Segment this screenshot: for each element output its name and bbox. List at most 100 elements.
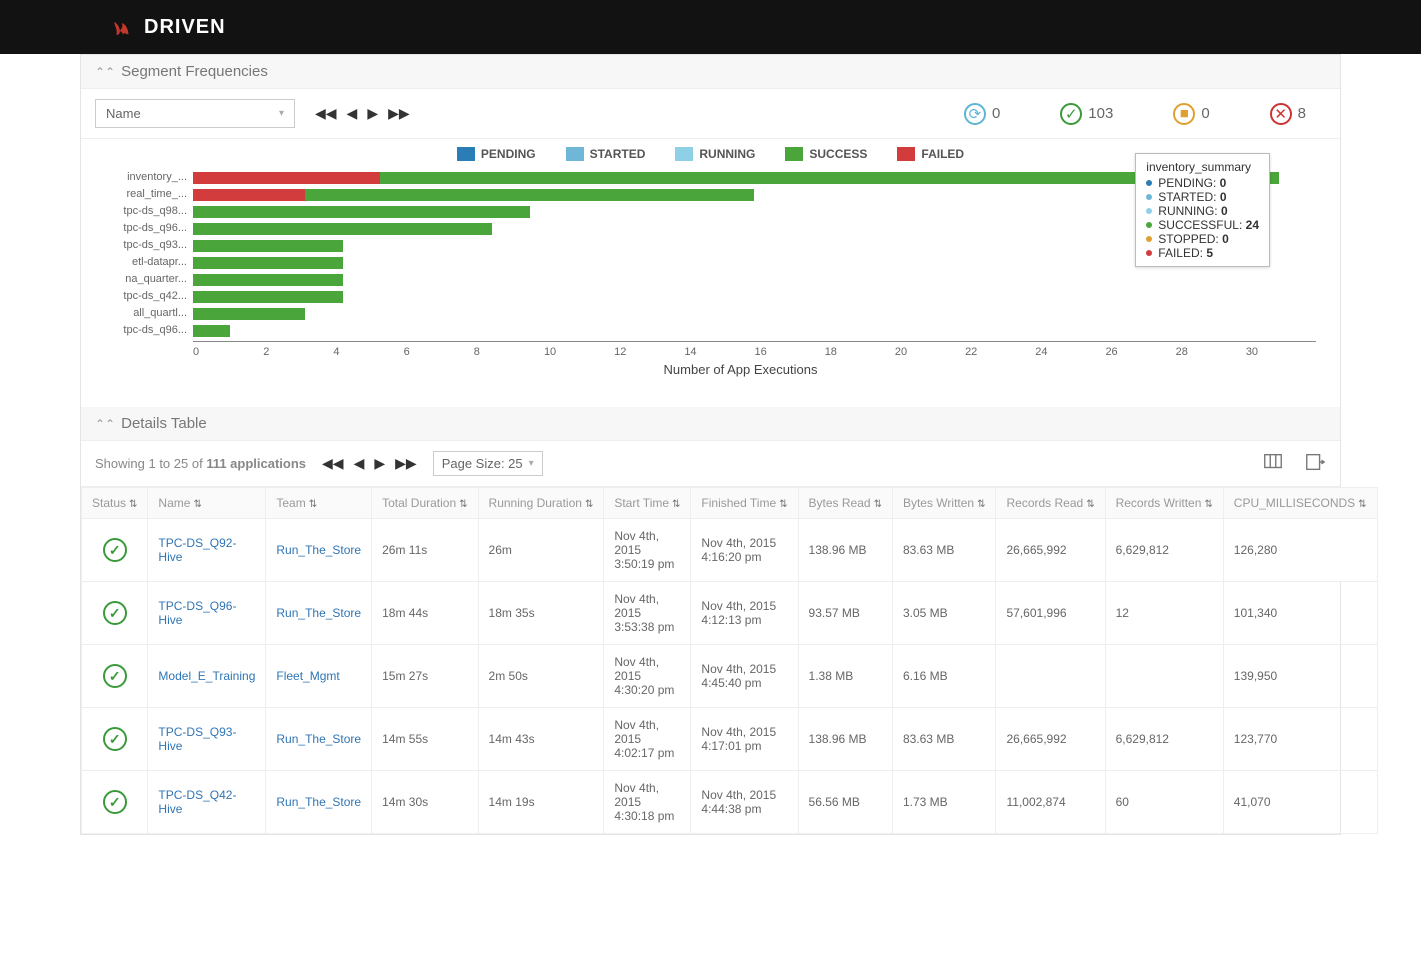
finish-time-cell: Nov 4th, 2015 4:44:38 pm [691, 771, 798, 834]
col-header[interactable]: Bytes Written⇅ [892, 488, 996, 519]
brand-text: DRIVEN [144, 16, 226, 39]
bar-row[interactable] [193, 271, 1316, 288]
sort-icon: ⇅ [309, 499, 317, 510]
app-header: DRIVEN [0, 0, 1421, 54]
team-link[interactable]: Run_The_Store [266, 519, 372, 582]
running-duration-cell: 18m 35s [478, 582, 604, 645]
total-duration-cell: 14m 30s [372, 771, 478, 834]
team-link[interactable]: Run_The_Store [266, 582, 372, 645]
flame-icon [110, 11, 136, 43]
finish-time-cell: Nov 4th, 2015 4:12:13 pm [691, 582, 798, 645]
next-page-button[interactable]: ▶ [374, 455, 385, 472]
success-check-icon: ✓ [103, 538, 127, 562]
col-header[interactable]: Total Duration⇅ [372, 488, 478, 519]
segment-frequencies-header[interactable]: ⌃⌃ Segment Frequencies [81, 55, 1340, 89]
total-duration-cell: 26m 11s [372, 519, 478, 582]
records-written-cell: 12 [1105, 582, 1223, 645]
col-header[interactable]: Records Written⇅ [1105, 488, 1223, 519]
name-filter-select[interactable]: Name ▾ [95, 99, 295, 128]
first-page-button[interactable]: ◀◀ [322, 455, 344, 472]
x-tick: 16 [755, 342, 825, 358]
first-page-button[interactable]: ◀◀ [315, 105, 337, 122]
running-duration-cell: 26m [478, 519, 604, 582]
bytes-read-cell: 93.57 MB [798, 582, 892, 645]
success-check-icon: ✓ [103, 790, 127, 814]
success-check-icon: ✓ [103, 727, 127, 751]
status-cell: ✓ [82, 519, 148, 582]
table-pager: ◀◀ ◀ ▶ ▶▶ [322, 455, 417, 472]
page-size-select[interactable]: Page Size: 25 ▾ [433, 451, 543, 476]
legend-running[interactable]: RUNNING [675, 147, 755, 161]
legend-started[interactable]: STARTED [566, 147, 646, 161]
stopped-count: ■ 0 [1173, 103, 1209, 125]
cpu-ms-cell: 139,950 [1223, 645, 1377, 708]
bytes-read-cell: 56.56 MB [798, 771, 892, 834]
x-tick: 28 [1176, 342, 1246, 358]
records-written-cell: 6,629,812 [1105, 519, 1223, 582]
next-page-button[interactable]: ▶ [367, 105, 378, 122]
col-header[interactable]: Status⇅ [82, 488, 148, 519]
bar-chart: inventory_summary PENDING: 0STARTED: 0RU… [81, 165, 1340, 387]
bar-row[interactable] [193, 322, 1316, 339]
name-link[interactable]: TPC-DS_Q93-Hive [148, 708, 266, 771]
col-header[interactable]: Start Time⇅ [604, 488, 691, 519]
col-header[interactable]: Team⇅ [266, 488, 372, 519]
sort-icon: ⇅ [1086, 499, 1094, 510]
x-tick: 10 [544, 342, 614, 358]
legend-pending[interactable]: PENDING [457, 147, 536, 161]
sort-icon: ⇅ [672, 499, 680, 510]
prev-page-button[interactable]: ◀ [347, 105, 358, 122]
total-duration-cell: 18m 44s [372, 582, 478, 645]
chevron-down-icon: ▾ [279, 108, 284, 119]
table-row: ✓TPC-DS_Q96-HiveRun_The_Store18m 44s18m … [82, 582, 1378, 645]
name-link[interactable]: Model_E_Training [148, 645, 266, 708]
col-header[interactable]: Records Read⇅ [996, 488, 1105, 519]
last-page-button[interactable]: ▶▶ [395, 455, 417, 472]
team-link[interactable]: Fleet_Mgmt [266, 645, 372, 708]
status-cell: ✓ [82, 708, 148, 771]
success-icon: ✓ [1060, 103, 1082, 125]
bar-row[interactable] [193, 305, 1316, 322]
col-header[interactable]: CPU_MILLISECONDS⇅ [1223, 488, 1377, 519]
name-link[interactable]: TPC-DS_Q92-Hive [148, 519, 266, 582]
collapse-icon: ⌃⌃ [95, 417, 115, 431]
col-header[interactable]: Running Duration⇅ [478, 488, 604, 519]
x-axis: 024681012141618202224262830 [193, 341, 1316, 358]
total-duration-cell: 14m 55s [372, 708, 478, 771]
last-page-button[interactable]: ▶▶ [388, 105, 410, 122]
table-row: ✓Model_E_TrainingFleet_Mgmt15m 27s2m 50s… [82, 645, 1378, 708]
failed-count: ✕ 8 [1270, 103, 1306, 125]
legend-failed[interactable]: FAILED [897, 147, 964, 161]
records-written-cell [1105, 645, 1223, 708]
bar-row[interactable] [193, 288, 1316, 305]
team-link[interactable]: Run_The_Store [266, 708, 372, 771]
y-label: real_time_... [105, 186, 193, 203]
chevron-down-icon: ▾ [529, 458, 534, 469]
bytes-written-cell: 83.63 MB [892, 519, 996, 582]
details-table: Status⇅Name⇅Team⇅Total Duration⇅Running … [81, 487, 1378, 834]
col-header[interactable]: Bytes Read⇅ [798, 488, 892, 519]
success-check-icon: ✓ [103, 664, 127, 688]
status-cell: ✓ [82, 582, 148, 645]
table-header-row: Status⇅Name⇅Team⇅Total Duration⇅Running … [82, 488, 1378, 519]
columns-button[interactable] [1262, 451, 1284, 476]
failed-icon: ✕ [1270, 103, 1292, 125]
status-cell: ✓ [82, 771, 148, 834]
bytes-written-cell: 83.63 MB [892, 708, 996, 771]
x-tick: 26 [1105, 342, 1175, 358]
records-read-cell [996, 645, 1105, 708]
name-link[interactable]: TPC-DS_Q42-Hive [148, 771, 266, 834]
details-table-header[interactable]: ⌃⌃ Details Table [81, 407, 1340, 441]
col-header[interactable]: Finished Time⇅ [691, 488, 798, 519]
chart-pager: ◀◀ ◀ ▶ ▶▶ [315, 105, 410, 122]
name-link[interactable]: TPC-DS_Q96-Hive [148, 582, 266, 645]
export-button[interactable] [1304, 451, 1326, 476]
status-counts: ⟳ 0 ✓ 103 ■ 0 ✕ 8 [964, 103, 1326, 125]
details-toolbar: Showing 1 to 25 of 111 applications ◀◀ ◀… [81, 441, 1340, 487]
legend-success[interactable]: SUCCESS [785, 147, 867, 161]
running-duration-cell: 14m 43s [478, 708, 604, 771]
y-label: tpc-ds_q93... [105, 237, 193, 254]
col-header[interactable]: Name⇅ [148, 488, 266, 519]
prev-page-button[interactable]: ◀ [354, 455, 365, 472]
team-link[interactable]: Run_The_Store [266, 771, 372, 834]
